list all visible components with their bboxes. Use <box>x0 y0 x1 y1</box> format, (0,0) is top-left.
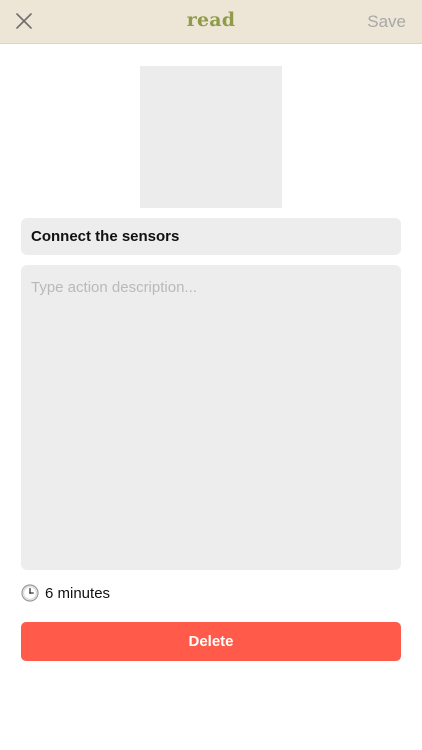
save-button[interactable]: Save <box>367 12 406 32</box>
action-description-input[interactable] <box>21 265 401 570</box>
app-logo: read <box>186 9 236 31</box>
action-title-input[interactable] <box>21 218 401 255</box>
clock-icon <box>21 584 39 602</box>
duration-row[interactable]: 6 minutes <box>21 583 110 603</box>
top-bar: read Save <box>0 0 422 44</box>
action-image-placeholder[interactable] <box>140 66 282 208</box>
delete-button[interactable]: Delete <box>21 622 401 661</box>
duration-label: 6 minutes <box>45 584 111 602</box>
